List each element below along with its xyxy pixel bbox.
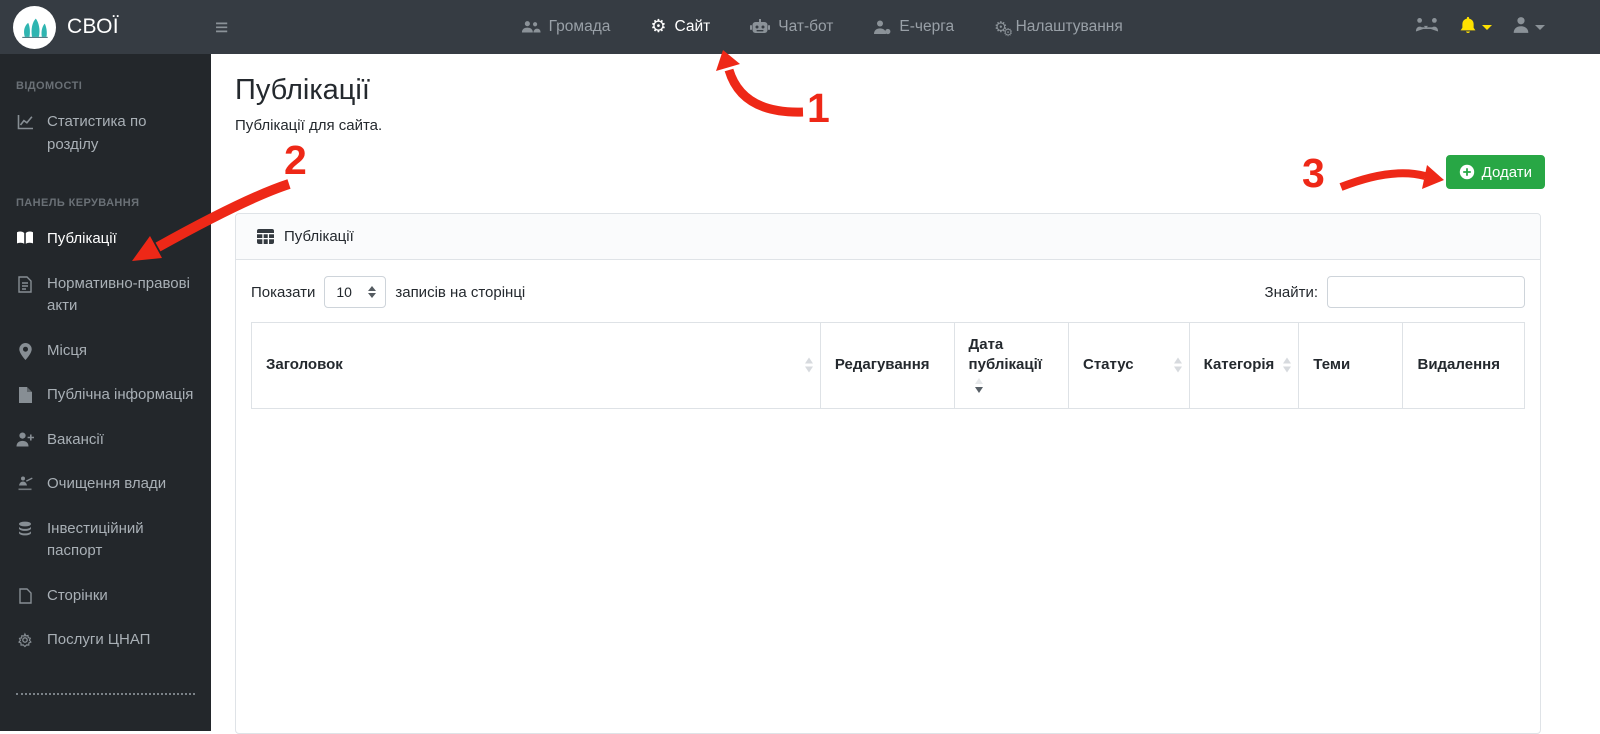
card-header: Публікації [236,214,1540,260]
sidebar-item-posluhy-tsnap[interactable]: Послуги ЦНАП [16,618,195,663]
notifications-button[interactable] [1459,16,1492,39]
nav-item-chat-bot[interactable]: Чат-бот [750,18,833,36]
page-icon [16,587,34,604]
page-title: Публікації [235,74,370,106]
sidebar-item-label: Сторінки [47,586,108,604]
sidebar-item-publikatsii[interactable]: Публікації [16,217,195,262]
column-header-katehoriia[interactable]: Категорія [1188,322,1300,409]
page-length-control: Показати 10 записів на сторінці [251,276,525,308]
public-info-icon [16,387,34,403]
sidebar-item-label: Вакансії [47,430,104,448]
page-length-value: 10 [336,284,352,300]
brand[interactable]: СВОЇ [0,5,200,49]
main-navigation: Громада ⚙ Сайт Чат-бот Е-черга ⚙ ⚙ Налаш… [228,17,1415,39]
people-icon [521,20,541,34]
add-button[interactable]: Додати [1445,155,1545,189]
top-navbar: СВОЇ ≡ Громада ⚙ Сайт Чат-бот Е-черга ⚙ … [0,0,1600,54]
sidebar-item-investytsiinyi-pasport[interactable]: Інвестиційний паспорт [16,507,195,574]
publications-card: Публікації Показати 10 записів на сторін… [235,213,1541,734]
coins-icon [16,521,34,536]
page-subtitle: Публікації для сайта. [235,117,383,134]
bell-icon [1459,16,1477,39]
card-body: Показати 10 записів на сторінці Знайти: [236,260,1540,425]
sort-icon [1173,357,1182,373]
lustration-icon [16,476,34,492]
handshake-icon [1415,17,1439,38]
queue-person-icon [873,20,891,35]
nav-item-label: Налаштування [1015,18,1123,35]
sidebar-item-label: Послуги ЦНАП [47,631,151,648]
column-header-redahuvannia: Редагування [819,322,955,409]
user-icon [1512,16,1530,39]
sort-icon [1283,357,1292,373]
svoi-logo-icon [13,5,56,49]
nav-item-label: Сайт [674,18,711,35]
sidebar-item-label: Очищення влади [47,475,167,492]
search-control: Знайти: [1265,276,1525,308]
handshake-button[interactable] [1415,17,1439,38]
card-header-title: Публікації [284,228,354,245]
navbar-right-tools [1415,16,1600,39]
column-header-vydalennia: Видалення [1402,322,1525,409]
gears-icon: ⚙ ⚙ [994,17,1014,39]
plus-circle-icon [1459,164,1475,180]
gear-icon: ⚙ [650,16,667,37]
column-header-temy: Теми [1298,322,1404,409]
sidebar-divider [16,692,195,695]
sidebar-item-label: Публічна інформація [47,386,194,403]
sidebar-section-panel-keruvannia: ПАНЕЛЬ КЕРУВАННЯ [16,197,140,209]
chevron-down-icon [1535,24,1545,30]
nav-item-label: Е-черга [899,18,955,35]
brand-name: СВОЇ [67,15,119,38]
updown-icon [368,286,377,298]
sidebar-item-storinky[interactable]: Сторінки [16,574,195,619]
column-header-zaholovok[interactable]: Заголовок [251,322,821,409]
table-icon [257,229,274,244]
nav-item-nalashtuvannia[interactable]: ⚙ ⚙ Налаштування [994,17,1123,39]
sidebar-toggle-hamburger-icon[interactable]: ≡ [215,15,228,39]
add-button-label: Додати [1481,163,1532,181]
sidebar-item-label: Статистика по розділу [47,113,147,153]
services-icon [16,632,34,648]
nav-item-sait[interactable]: ⚙ Сайт [650,18,710,36]
length-prefix-label: Показати [251,283,316,301]
sidebar-item-label: Публікації [47,230,117,247]
robot-icon [750,19,771,35]
nav-item-hromada[interactable]: Громада [521,18,611,36]
user-plus-icon [16,432,34,447]
sidebar-item-label: Місця [47,341,88,359]
sidebar-item-label: Нормативно-правові акти [47,274,190,315]
search-input[interactable] [1327,276,1525,308]
sidebar-item-normatyvno-pravovi-akty[interactable]: Нормативно-правові акти [16,262,195,329]
column-header-data-publikatsii[interactable]: Дата публікації [953,322,1070,409]
chart-line-icon [16,114,34,130]
sidebar-item-publichna-informatsiia[interactable]: Публічна інформація [16,373,195,418]
length-suffix-label: записів на сторінці [395,283,526,301]
table-header-row: Заголовок Редагування Дата публікації Ст… [251,322,1525,409]
legal-doc-icon [16,275,34,293]
main-content: Публікації Публікації для сайта. Додати … [211,54,1600,734]
sort-icon [804,357,813,373]
sidebar-item-mistsia[interactable]: Місця [16,329,195,374]
nav-item-label: Чат-бот [778,18,834,35]
sidebar: ВІДОМОСТІ Статистика по розділу ПАНЕЛЬ К… [0,54,211,731]
publications-table: Заголовок Редагування Дата публікації Ст… [251,322,1525,409]
user-menu-button[interactable] [1512,16,1545,39]
page-length-select[interactable]: 10 [324,276,387,308]
sort-desc-icon [974,378,983,394]
column-header-status[interactable]: Статус [1068,322,1190,409]
search-label: Знайти: [1264,283,1318,301]
sidebar-item-label: Інвестиційний паспорт [47,519,144,560]
sidebar-item-ochyshchennia-vlady[interactable]: Очищення влади [16,462,195,507]
nav-item-e-cherha[interactable]: Е-черга [873,18,954,36]
map-pin-icon [16,342,34,360]
chevron-down-icon [1482,24,1492,30]
sidebar-section-vidomosti: ВІДОМОСТІ [16,80,83,92]
book-icon [16,231,34,245]
sidebar-item-vakansii[interactable]: Вакансії [16,418,195,463]
nav-item-label: Громада [548,18,611,35]
sidebar-item-statystyka[interactable]: Статистика по розділу [16,100,195,167]
